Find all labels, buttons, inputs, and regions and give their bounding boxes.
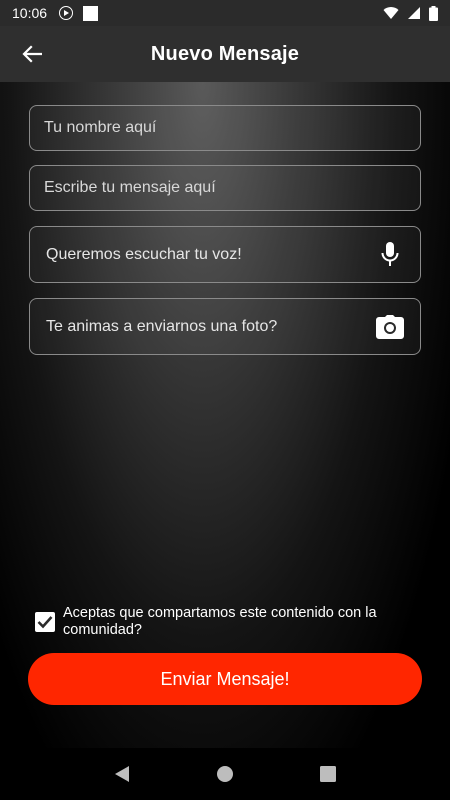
voice-label: Queremos escuchar tu voz! [46, 245, 242, 263]
checkmark-icon [37, 616, 53, 629]
square-recents-icon [320, 766, 337, 782]
photo-field[interactable]: Te animas a enviarnos una foto? [29, 298, 421, 355]
message-input[interactable] [44, 179, 406, 197]
page-title: Nuevo Mensaje [150, 42, 300, 65]
app-bar: Nuevo Mensaje [0, 26, 450, 82]
back-button[interactable] [18, 40, 46, 68]
status-time: 10:06 [12, 5, 48, 21]
record-voice-button[interactable] [374, 239, 406, 271]
name-field[interactable] [29, 105, 421, 151]
voice-field[interactable]: Queremos escuchar tu voz! [29, 226, 421, 283]
media-play-icon [59, 6, 74, 20]
battery-icon [429, 5, 438, 21]
microphone-icon [381, 241, 399, 266]
signal-icon [408, 7, 420, 19]
nav-recents-button[interactable] [308, 754, 348, 794]
camera-icon [376, 314, 404, 339]
consent-checkbox[interactable] [35, 612, 55, 632]
consent-row: Aceptas que compartamos este contenido c… [35, 605, 415, 639]
nav-home-button[interactable] [205, 754, 245, 794]
system-nav-bar [0, 748, 450, 800]
message-field[interactable] [29, 165, 421, 211]
consent-label: Aceptas que compartamos este contenido c… [63, 605, 377, 638]
nav-back-button[interactable] [102, 754, 142, 794]
notification-square-icon [83, 5, 99, 21]
status-icons [383, 5, 438, 21]
triangle-back-icon [114, 766, 129, 782]
take-photo-button[interactable] [374, 311, 406, 343]
name-input[interactable] [44, 119, 406, 137]
status-bar: 10:06 [0, 0, 450, 26]
send-message-button[interactable]: Enviar Mensaje! [28, 653, 422, 705]
circle-home-icon [216, 766, 233, 782]
photo-label: Te animas a enviarnos una foto? [46, 317, 278, 335]
arrow-left-icon [22, 45, 42, 63]
wifi-icon [383, 7, 399, 20]
